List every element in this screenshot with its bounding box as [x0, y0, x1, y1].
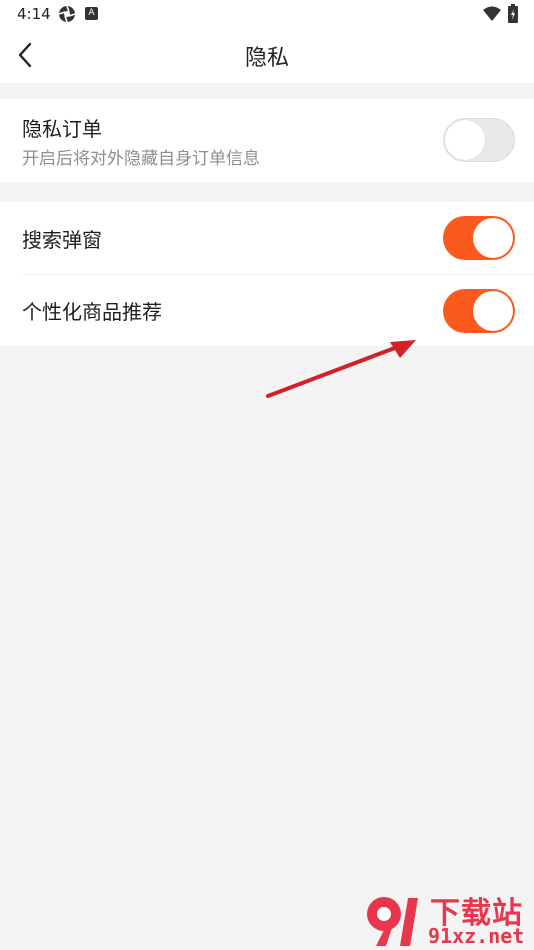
status-bar: 4:14 A	[0, 0, 534, 28]
search-popup-label: 搜索弹窗	[22, 228, 102, 252]
privacy-order-card: 隐私订单 开启后将对外隐藏自身订单信息	[0, 99, 534, 182]
status-time: 4:14	[17, 5, 51, 23]
watermark: 下载站 91xz.net	[360, 888, 534, 950]
watermark-url: 91xz.net	[428, 924, 525, 948]
search-popup-toggle[interactable]	[443, 216, 515, 260]
privacy-order-title: 隐私订单	[22, 117, 102, 141]
recommendation-settings-card: 搜索弹窗 个性化商品推荐	[0, 202, 534, 346]
page-title: 隐私	[244, 46, 289, 71]
site-logo-icon	[367, 897, 418, 946]
wifi-icon	[483, 6, 501, 21]
battery-icon	[508, 4, 518, 23]
toggle-knob	[473, 291, 513, 331]
divider	[22, 274, 534, 275]
privacy-order-description: 开启后将对外隐藏自身订单信息	[22, 149, 260, 169]
toggle-knob	[445, 120, 485, 160]
annotation-arrow-icon	[266, 340, 416, 398]
aperture-icon	[58, 5, 76, 23]
toggle-knob	[473, 218, 513, 258]
personalized-recommendation-toggle[interactable]	[443, 289, 515, 333]
privacy-order-toggle[interactable]	[443, 118, 515, 162]
notification-app-icon: A	[85, 7, 98, 20]
title-bar: 隐私	[0, 28, 534, 83]
personalized-recommendation-label: 个性化商品推荐	[22, 300, 162, 324]
